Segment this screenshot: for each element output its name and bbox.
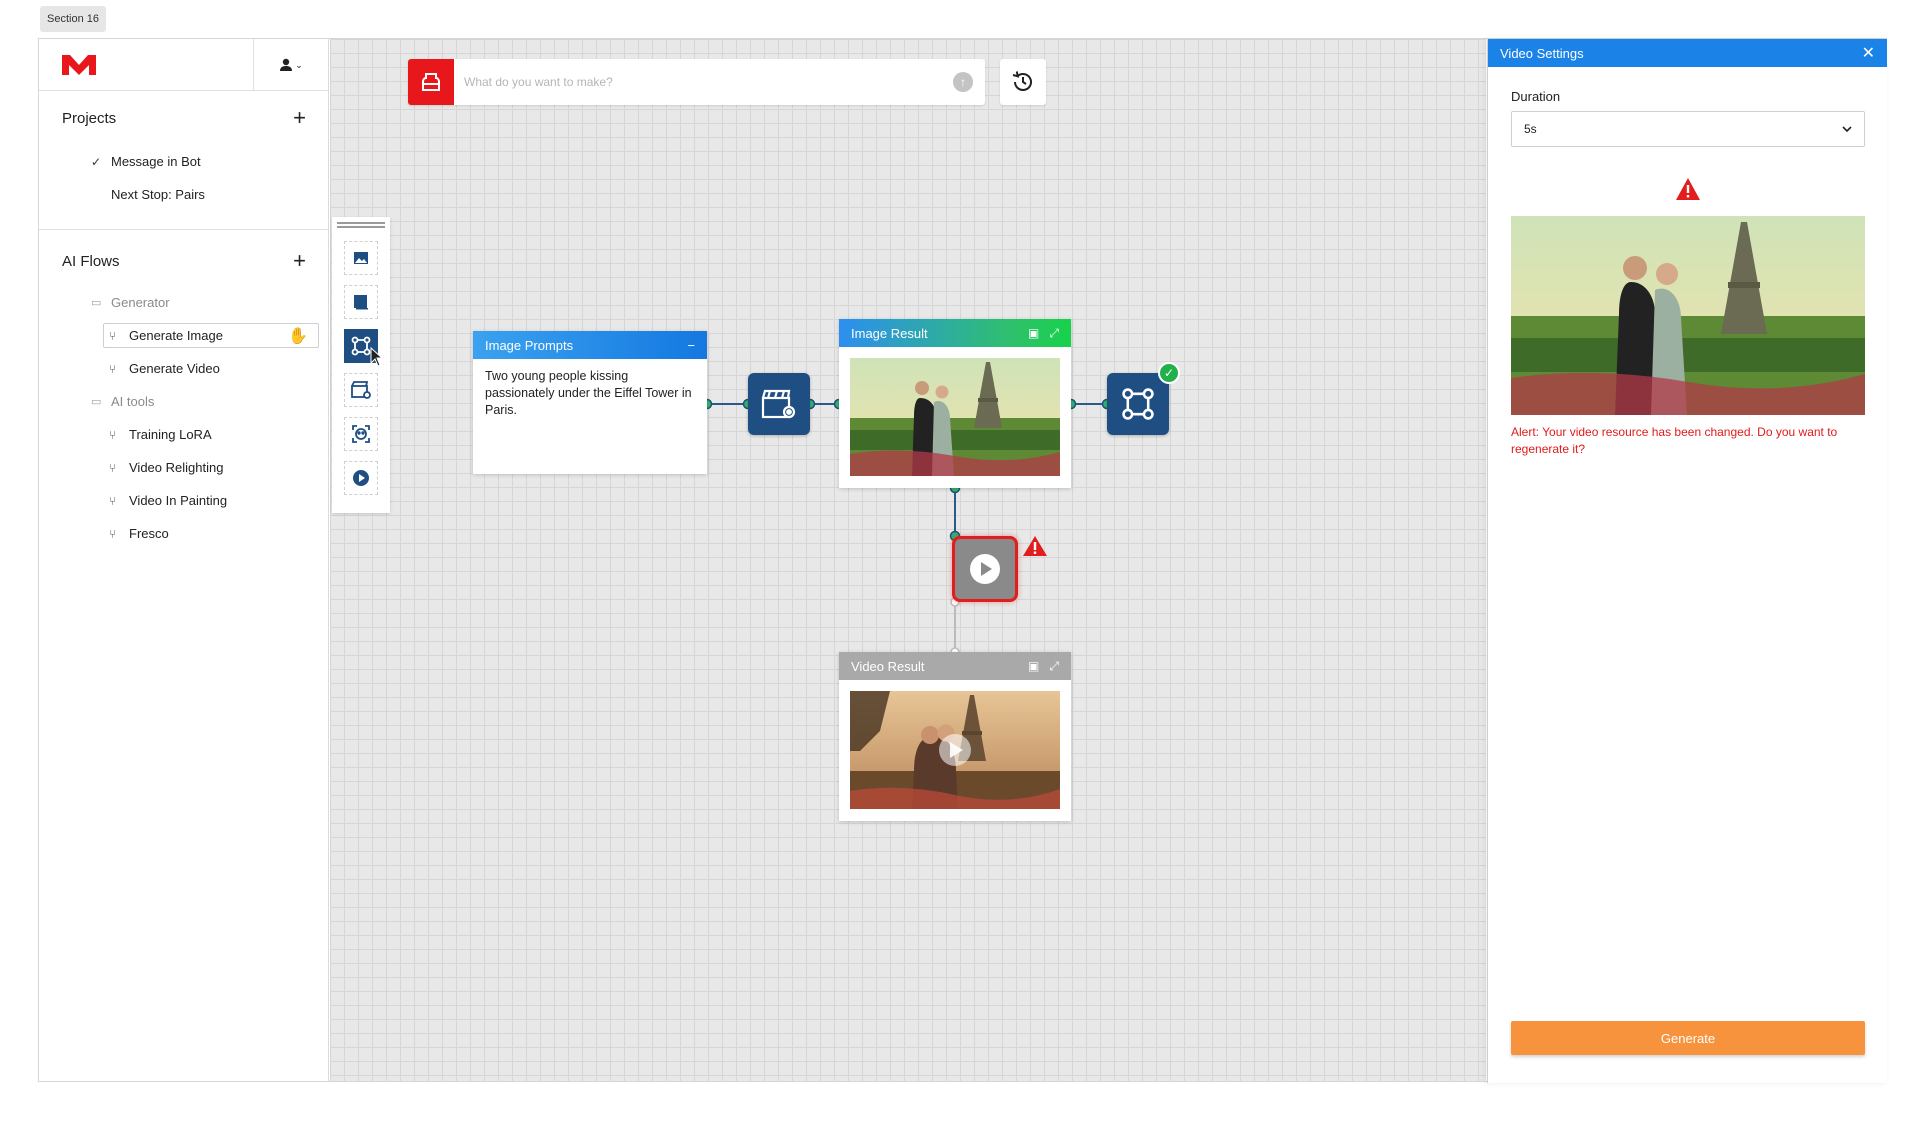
branch-icon: ⑂ <box>109 493 117 508</box>
generate-button[interactable]: Generate <box>1511 1021 1865 1055</box>
expand-icon[interactable]: ⤢ <box>1049 326 1059 341</box>
flow-output-node[interactable] <box>1107 373 1169 435</box>
folder-generator[interactable]: ▭ Generator <box>39 286 328 319</box>
history-button[interactable] <box>1000 59 1046 105</box>
app-window: ⌄ Projects + ✓ Message in Bot Next Stop:… <box>38 38 1887 1083</box>
expand-icon[interactable]: ⤢ <box>1049 659 1059 674</box>
connection-wires <box>701 398 1113 657</box>
prompt-logo-icon[interactable] <box>408 59 454 105</box>
play-icon <box>970 554 1000 584</box>
add-project-icon[interactable]: + <box>293 107 306 129</box>
duration-value: 5s <box>1524 122 1537 136</box>
flow-item-video-relighting[interactable]: ⑂ Video Relighting <box>39 451 328 484</box>
portrait-icon[interactable]: ▣ <box>1028 659 1039 674</box>
video-generate-node[interactable] <box>952 536 1018 602</box>
image-prompts-node[interactable]: Image Prompts − Two young people kissing… <box>473 331 707 474</box>
node-title: Image Prompts <box>485 337 574 353</box>
folder-label: AI tools <box>111 394 155 409</box>
mouse-pointer-icon <box>370 347 384 367</box>
drag-handle[interactable] <box>337 222 385 228</box>
project-label: Message in Bot <box>111 154 201 169</box>
project-item[interactable]: ✓ Message in Bot <box>39 145 328 178</box>
image-result-node[interactable]: Image Result ▣ ⤢ <box>839 319 1071 488</box>
duration-select[interactable]: 5s <box>1511 111 1865 147</box>
source-image-preview <box>1511 216 1865 415</box>
prompt-input[interactable] <box>454 75 953 89</box>
play-tool-icon[interactable] <box>344 461 378 495</box>
flow-item-video-in-painting[interactable]: ⑂ Video In Painting <box>39 484 328 517</box>
folder-icon: ▭ <box>91 396 102 408</box>
video-settings-tool-icon[interactable] <box>344 373 378 407</box>
flow-label: Training LoRA <box>129 427 212 442</box>
face-tool-icon[interactable] <box>344 417 378 451</box>
flow-item-fresco[interactable]: ⑂ Fresco <box>39 517 328 550</box>
flow-label: Video Relighting <box>129 460 224 475</box>
folder-icon: ▭ <box>91 297 102 309</box>
chevron-down-icon: ⌄ <box>295 59 303 70</box>
success-check-icon: ✓ <box>1158 362 1180 384</box>
prompt-text[interactable]: Two young people kissing passionately un… <box>473 359 707 428</box>
video-result-node[interactable]: Video Result ▣ ⤢ <box>839 652 1071 821</box>
ai-flows-title: AI Flows <box>62 252 120 270</box>
sidebar: ⌄ Projects + ✓ Message in Bot Next Stop:… <box>39 39 329 1081</box>
video-settings-node[interactable] <box>748 373 810 435</box>
flow-label: Generate Video <box>129 361 220 376</box>
branch-icon: ⑂ <box>109 427 117 442</box>
ai-flows-section: AI Flows + ▭ Generator ⑂ Generate Image … <box>39 236 328 550</box>
flow-item-training-lora[interactable]: ⑂ Training LoRA <box>39 418 328 451</box>
flow-item-generate-video[interactable]: ⑂ Generate Video <box>39 352 328 385</box>
flow-label: Video In Painting <box>129 493 228 508</box>
flow-icon <box>1122 388 1154 420</box>
projects-section: Projects + ✓ Message in Bot Next Stop: P… <box>39 91 328 230</box>
project-item[interactable]: Next Stop: Pairs <box>39 178 328 211</box>
panel-header: Video Settings ✕ <box>1488 39 1887 67</box>
tool-palette <box>332 217 390 513</box>
history-icon <box>1012 71 1032 91</box>
user-icon <box>280 58 293 71</box>
m-logo-icon[interactable] <box>62 55 96 75</box>
collapse-icon[interactable]: − <box>687 338 695 353</box>
portrait-icon[interactable]: ▣ <box>1028 326 1039 341</box>
folder-ai-tools[interactable]: ▭ AI tools <box>39 385 328 418</box>
user-menu-button[interactable]: ⌄ <box>253 39 328 91</box>
project-label: Next Stop: Pairs <box>111 187 205 202</box>
branch-icon: ⑂ <box>109 361 117 376</box>
flow-canvas[interactable]: ↑ <box>330 39 1486 1081</box>
duration-label: Duration <box>1511 89 1561 104</box>
grab-cursor-icon: ✋ <box>288 328 308 345</box>
flow-item-generate-image[interactable]: ⑂ Generate Image ✋ <box>39 319 328 352</box>
branch-icon: ⑂ <box>109 526 117 541</box>
chevron-down-icon <box>1842 126 1852 132</box>
node-title: Image Result <box>851 325 928 341</box>
projects-title: Projects <box>62 109 117 127</box>
sidebar-header: ⌄ <box>39 39 328 91</box>
close-icon[interactable]: ✕ <box>1862 43 1875 63</box>
prompt-bar: ↑ <box>408 59 985 105</box>
add-flow-icon[interactable]: + <box>293 250 306 272</box>
folder-label: Generator <box>111 295 170 310</box>
video-result-thumbnail[interactable] <box>850 691 1060 809</box>
frame-tool-icon[interactable] <box>344 285 378 319</box>
clapperboard-gear-icon <box>761 389 796 419</box>
flow-label: Fresco <box>129 526 169 541</box>
node-title: Video Result <box>851 658 925 674</box>
image-result-thumbnail[interactable] <box>850 358 1060 476</box>
branch-icon: ⑂ <box>109 460 117 475</box>
check-icon: ✓ <box>91 154 102 169</box>
section-tag: Section 16 <box>40 6 106 32</box>
send-icon[interactable]: ↑ <box>953 72 973 92</box>
panel-title: Video Settings <box>1500 45 1584 61</box>
image-tool-icon[interactable] <box>344 241 378 275</box>
video-settings-panel: Video Settings ✕ Duration 5s Alert: Your… <box>1487 39 1887 1083</box>
alert-message: Alert: Your video resource has been chan… <box>1511 425 1838 456</box>
warning-icon <box>1676 178 1700 200</box>
warning-icon <box>1023 536 1047 556</box>
